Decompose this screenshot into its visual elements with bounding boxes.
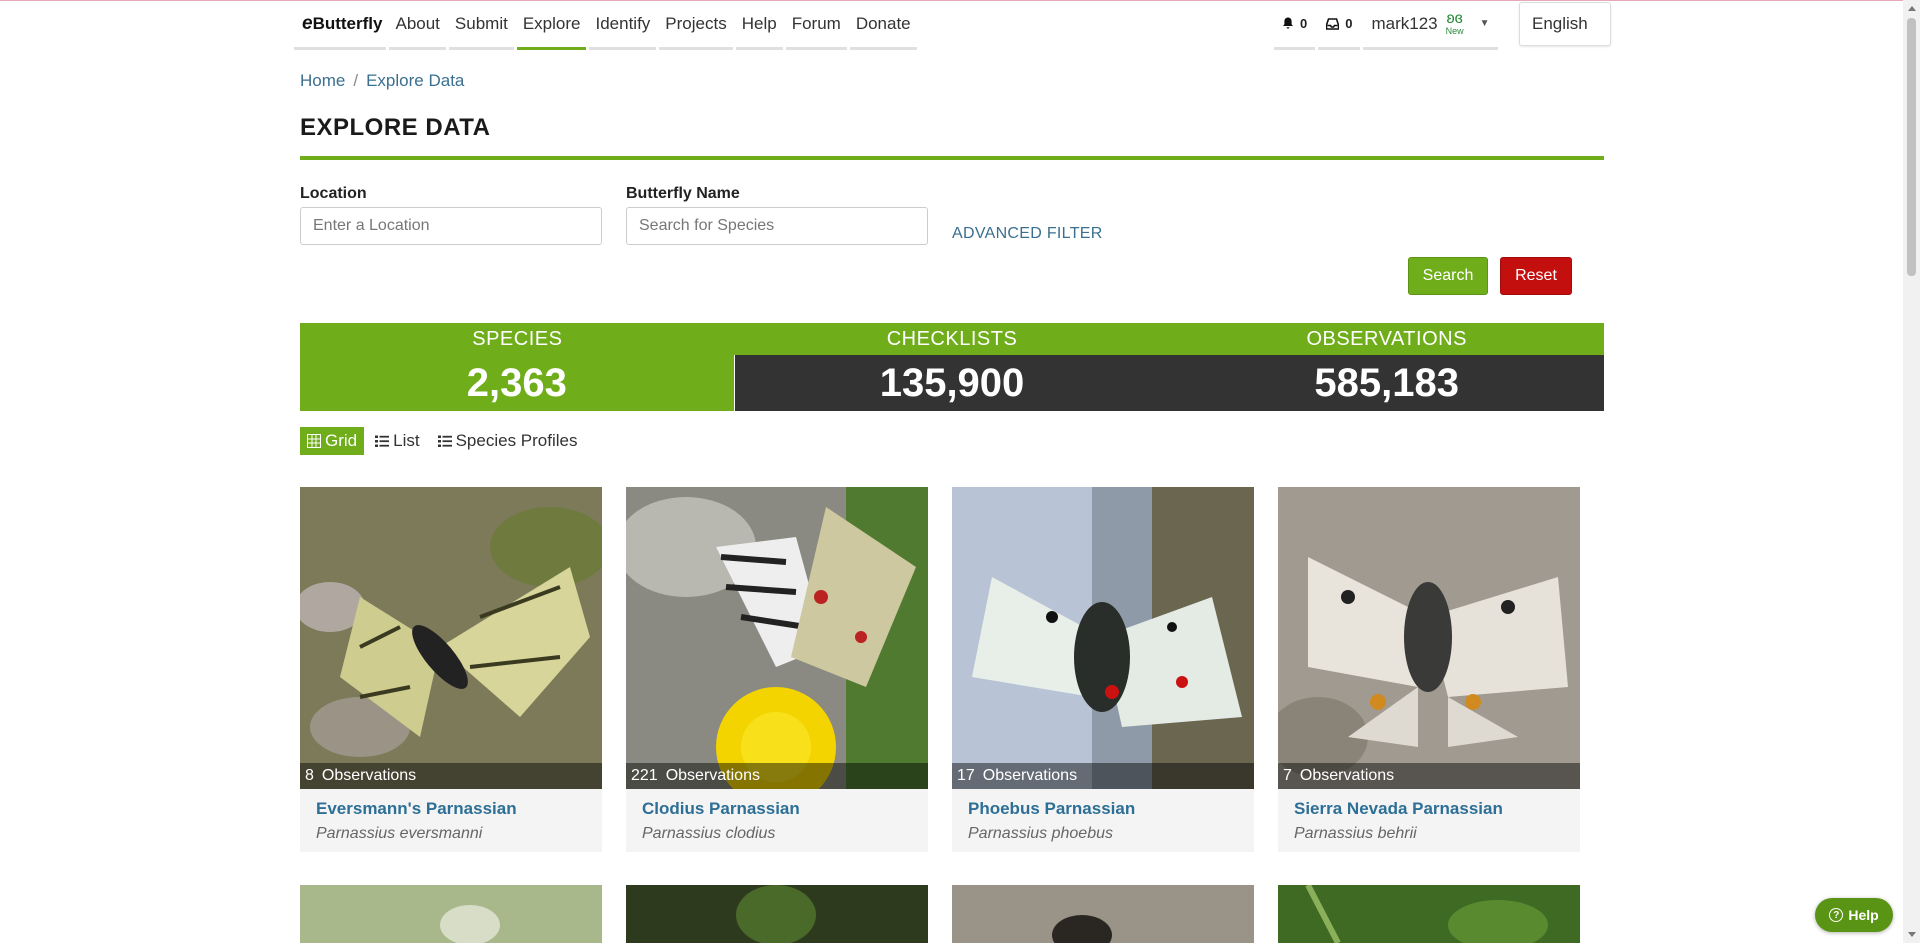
nav-help[interactable]: Help [735,0,783,50]
card-body: Sierra Nevada Parnassian Parnassius behr… [1278,789,1580,852]
species-name-link[interactable]: Clodius Parnassian [642,799,912,819]
butterfly-photo: 221 Observations [626,487,928,789]
language-select[interactable]: English [1519,2,1611,46]
page-scrollbar[interactable] [1903,0,1920,943]
user-menu[interactable]: mark123 ʚɞ New ▼ [1363,0,1498,50]
main-nav: e Butterfly About Submit Explore Identify… [294,0,920,50]
stat-checklists-value: 135,900 [734,355,1170,411]
stat-checklists-label: CHECKLISTS [734,323,1170,355]
scientific-name: Parnassius phoebus [968,825,1113,842]
breadcrumb-separator: / [353,71,359,90]
stat-observations[interactable]: OBSERVATIONS 585,183 [1169,323,1605,411]
message-count: 0 [1345,16,1353,31]
scientific-name: Parnassius eversmanni [316,825,483,842]
reset-button[interactable]: Reset [1500,257,1572,295]
breadcrumb: Home / Explore Data [300,71,464,91]
scrollbar-thumb[interactable] [1907,18,1916,276]
observation-count: 17 Observations [952,763,1254,789]
butterfly-photo: 8 Observations [300,487,602,789]
nav-explore[interactable]: Explore [516,0,587,50]
grid-view-button[interactable]: Grid [300,427,365,455]
species-card-image-partial[interactable] [952,885,1254,943]
nav-about[interactable]: About [389,0,446,50]
stat-species-value: 2,363 [300,355,735,411]
ebutterfly-logo[interactable]: e Butterfly [294,0,387,50]
stat-species-label: SPECIES [300,323,735,355]
butterfly-name-label: Butterfly Name [626,185,740,202]
stat-species[interactable]: SPECIES 2,363 [300,323,735,411]
observation-count: 221 Observations [626,763,928,789]
scroll-down-arrow-icon[interactable] [1908,932,1916,937]
species-card[interactable]: 8 Observations Eversmann's Parnassian Par… [300,487,602,852]
bell-icon [1283,17,1293,29]
username: mark123 [1371,13,1438,33]
observation-count: 7 Observations [1278,763,1580,789]
observation-count: 8 Observations [300,763,602,789]
search-button[interactable]: Search [1408,257,1488,295]
species-card[interactable]: 221 Observations Clodius Parnassian Parna… [626,487,928,852]
view-toggles: Grid List Species Profiles [300,427,588,455]
species-name-link[interactable]: Eversmann's Parnassian [316,799,586,819]
card-body: Eversmann's Parnassian Parnassius eversm… [300,789,602,852]
butterfly-photo: 17 Observations [952,487,1254,789]
butterfly-photo: 7 Observations [1278,487,1580,789]
species-card[interactable]: 7 Observations Sierra Nevada Parnassian P… [1278,487,1580,852]
messages-button[interactable]: 0 [1318,0,1361,50]
title-divider [300,156,1604,160]
stat-checklists[interactable]: CHECKLISTS 135,900 [734,323,1170,411]
location-label: Location [300,185,367,202]
user-nav: 0 0 mark123 ʚɞ New ▼ [1274,0,1498,50]
list-icon [375,435,390,447]
species-profiles-button[interactable]: Species Profiles [431,427,585,455]
grid-icon [307,434,321,448]
top-border [0,0,1920,1]
list-icon [437,435,452,447]
notification-count: 0 [1300,16,1308,31]
species-card-image-partial[interactable] [626,885,928,943]
help-button[interactable]: ? Help [1815,898,1893,932]
new-badge: ʚɞ New [1445,9,1464,36]
stat-observations-value: 585,183 [1169,355,1605,411]
species-search-input[interactable] [626,207,928,245]
advanced-filter-link[interactable]: ADVANCED FILTER [952,225,1103,243]
species-card-image-partial[interactable] [300,885,602,943]
stats-panel: SPECIES 2,363 CHECKLISTS 135,900 OBSERVA… [300,323,1605,411]
location-input[interactable] [300,207,602,245]
card-body: Phoebus Parnassian Parnassius phoebus [952,789,1254,852]
species-card-image-partial[interactable] [1278,885,1580,943]
scroll-up-arrow-icon[interactable] [1908,6,1916,11]
breadcrumb-current[interactable]: Explore Data [366,71,464,90]
nav-projects[interactable]: Projects [659,0,733,50]
chevron-down-icon: ▼ [1479,18,1490,29]
question-icon: ? [1829,908,1844,922]
nav-forum[interactable]: Forum [785,0,847,50]
card-body: Clodius Parnassian Parnassius clodius [626,789,928,852]
nav-submit[interactable]: Submit [448,0,514,50]
scientific-name: Parnassius behrii [1294,825,1417,842]
species-name-link[interactable]: Phoebus Parnassian [968,799,1238,819]
list-view-button[interactable]: List [368,427,426,455]
notifications-button[interactable]: 0 [1274,0,1316,50]
nav-identify[interactable]: Identify [589,0,657,50]
nav-donate[interactable]: Donate [849,0,917,50]
species-name-link[interactable]: Sierra Nevada Parnassian [1294,799,1564,819]
breadcrumb-home[interactable]: Home [300,71,345,90]
species-card[interactable]: 17 Observations Phoebus Parnassian Parnas… [952,487,1254,852]
stat-observations-label: OBSERVATIONS [1169,323,1605,355]
inbox-icon [1326,17,1340,30]
page-title: EXPLORE DATA [300,114,491,141]
butterfly-icon: ʚɞ [1446,9,1463,27]
scientific-name: Parnassius clodius [642,825,776,842]
